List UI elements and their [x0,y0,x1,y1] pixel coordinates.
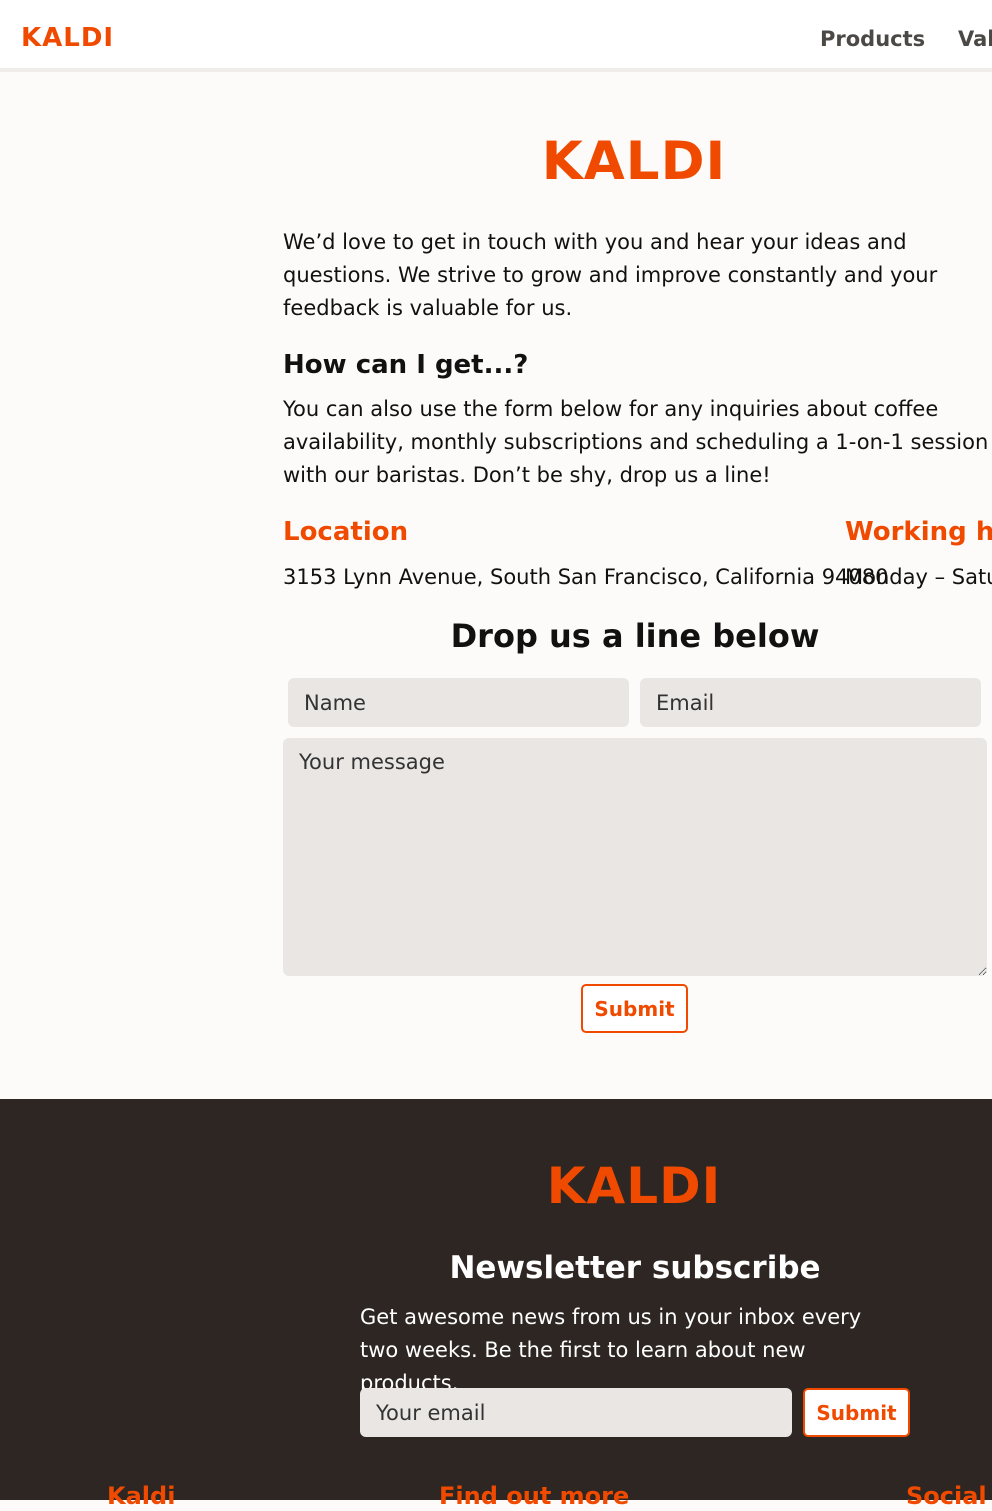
question-section: How can I get...? [283,349,992,381]
hours-heading: Working ho [845,517,992,547]
intro-text: We’d love to get in touch with you and h… [283,230,938,320]
location-heading: Location [283,517,409,547]
footer-col-kaldi: Kaldi [107,1482,176,1510]
newsletter-title: Newsletter subscribe [449,1250,821,1286]
newsletter-text: Get awesome news from us in your inbox e… [360,1305,862,1395]
hours-value: Monday – Satu [845,565,992,589]
nav-link-products[interactable]: Products [820,26,925,52]
newsletter-submit-button[interactable]: Submit [803,1388,910,1437]
hero-logo: KALDI [541,131,727,192]
location-value: 3153 Lynn Avenue, South San Francisco, C… [283,565,889,589]
form-submit-button[interactable]: Submit [581,984,688,1033]
footer-col-find-out-more: Find out more [439,1482,630,1510]
top-nav: KALDI Products Val [0,0,992,72]
question-text: You can also use the form below for any … [283,397,989,487]
email-input[interactable] [640,678,981,727]
footer-logo: KALDI [546,1157,722,1215]
footer-col-social: Social [906,1482,987,1510]
form-title: Drop us a line below [450,617,820,655]
newsletter-email-input[interactable] [360,1388,792,1437]
name-input[interactable] [288,678,629,727]
footer: KALDI Newsletter subscribe Get awesome n… [0,1099,992,1510]
intro-section: We’d love to get in touch with you and h… [283,226,992,325]
question-text-section: You can also use the form below for any … [283,393,992,492]
nav-link-values[interactable]: Val [958,26,992,52]
question-heading: How can I get...? [283,350,529,380]
message-textarea[interactable] [283,738,987,976]
nav-logo[interactable]: KALDI [21,23,114,53]
